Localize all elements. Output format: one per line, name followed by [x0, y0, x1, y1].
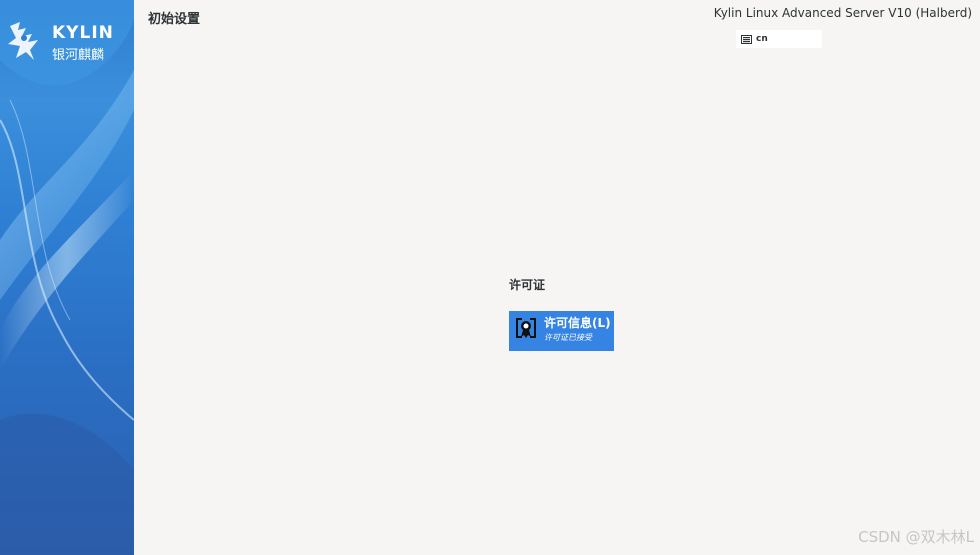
page-title: 初始设置 [148, 12, 201, 27]
initial-setup-window: KYLIN 银河麒麟 初始设置 Kylin Linux Advanced Ser… [0, 0, 980, 555]
logo-text-en: KYLIN [52, 23, 114, 43]
kylin-logo: KYLIN 银河麒麟 [4, 18, 128, 64]
watermark: CSDN @双木林L [858, 528, 974, 546]
keyboard-layout-indicator[interactable]: cn [736, 30, 822, 48]
sidebar-wave-decoration [0, 0, 134, 555]
logo-text-cn: 银河麒麟 [52, 48, 105, 63]
license-icon [516, 318, 536, 338]
keyboard-layout-label: cn [756, 34, 768, 44]
spoke-status: 许可证已接受 [544, 333, 592, 342]
keyboard-icon [741, 34, 752, 44]
license-section-title: 许可证 [509, 278, 546, 292]
spoke-title: 许可信息(L) [544, 316, 611, 330]
sidebar: KYLIN 银河麒麟 [0, 0, 134, 555]
kylin-logo-icon [8, 22, 38, 60]
product-name: Kylin Linux Advanced Server V10 (Halberd… [713, 6, 972, 20]
license-information-spoke[interactable]: 许可信息(L) 许可证已接受 [509, 311, 614, 351]
